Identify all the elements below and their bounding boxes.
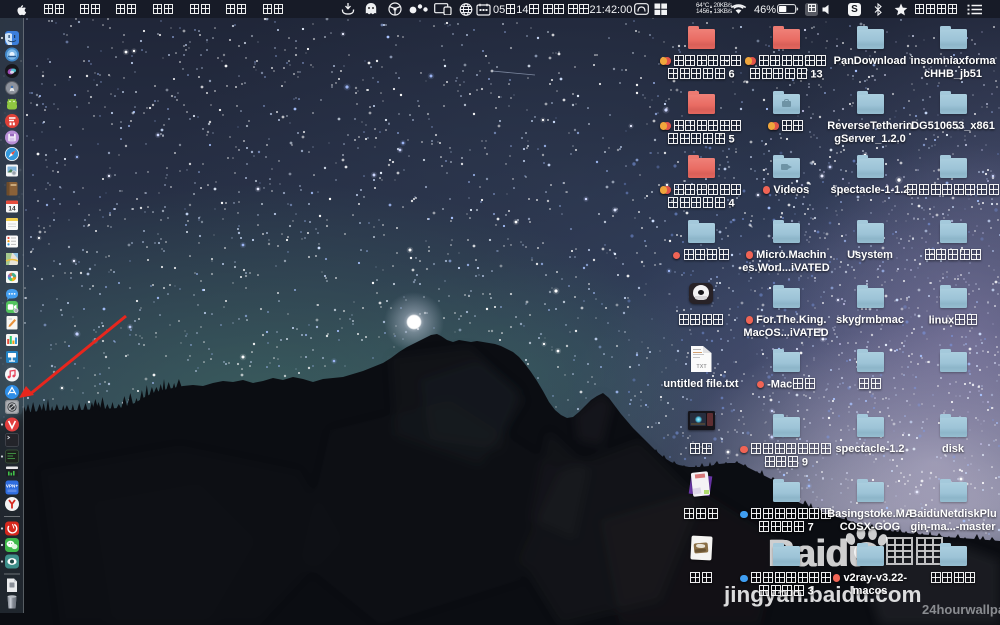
svg-text:VPN+: VPN+: [6, 484, 18, 489]
svg-text:14: 14: [8, 206, 16, 213]
